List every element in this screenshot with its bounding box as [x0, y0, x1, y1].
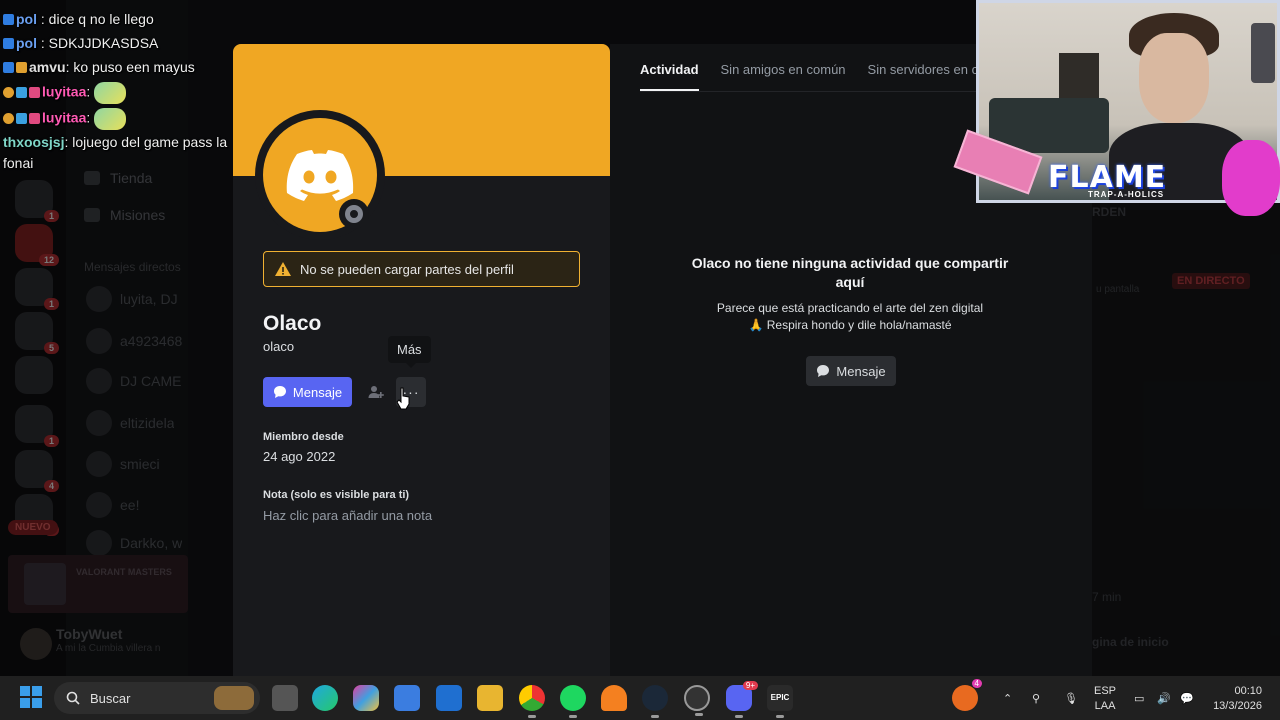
chat-message: pol : dice q no le llego	[3, 11, 154, 27]
volume-icon[interactable]: 🔊	[1157, 676, 1171, 720]
tray-network-icon[interactable]: ⚲	[1032, 676, 1040, 720]
chat-message: luyitaa:	[3, 108, 127, 130]
warning-icon	[275, 262, 291, 276]
tab-activity[interactable]: Actividad	[640, 62, 699, 91]
user-profile-modal: No se pueden cargar partes del perfil Ol…	[233, 44, 610, 684]
show-hidden-icons[interactable]: ⌃	[1003, 676, 1012, 720]
empty-activity-line-1: Parece que está practicando el arte del …	[716, 301, 984, 315]
pink-mascot-sticker	[1222, 140, 1280, 216]
status-indicator	[339, 199, 369, 229]
taskbar-search[interactable]: Buscar	[54, 682, 260, 714]
badge-icon	[16, 86, 27, 98]
flame-logo-sub: TRAP-A-HOLICS	[1088, 190, 1165, 199]
badge-icon	[3, 112, 14, 124]
note-input[interactable]: Haz clic para añadir una nota	[263, 508, 432, 523]
discord-taskbar-icon[interactable]: 9+	[726, 681, 758, 718]
obs-icon[interactable]	[684, 685, 710, 716]
chrome-icon[interactable]	[519, 685, 545, 718]
steam-icon[interactable]	[642, 685, 668, 718]
badge-icon	[3, 86, 14, 98]
poster	[1059, 53, 1099, 103]
note-label: Nota (solo es visible para ti)	[263, 489, 410, 501]
warning-text: No se pueden cargar partes del perfil	[300, 261, 514, 277]
search-placeholder: Buscar	[90, 690, 131, 706]
windows-taskbar: Buscar 9+ EPIC 4 ⌃ ⚲ 🎙 ESP LAA ▭ 🔊 💬 00:…	[0, 676, 1280, 720]
copilot-icon[interactable]	[353, 685, 379, 711]
tab-mutual-friends[interactable]: Sin amigos en común	[721, 62, 846, 91]
notif-count-badge: 4	[971, 679, 982, 688]
add-friend-button[interactable]	[361, 377, 391, 407]
profile-display-name: Olaco	[263, 312, 322, 335]
empty-activity-subtitle: Parece que está practicando el arte del …	[680, 300, 1020, 334]
chat-message: luyitaa:	[3, 82, 127, 104]
microphone	[1251, 23, 1275, 83]
chat-tray-icon[interactable]: 💬	[1180, 676, 1194, 720]
chat-message: thxoosjsj: lojuego del game pass la	[3, 134, 228, 150]
notification-app-icon[interactable]: 4	[952, 679, 982, 711]
outlook-icon[interactable]	[436, 685, 462, 711]
badge-icon	[16, 112, 27, 124]
badge-icon	[3, 62, 14, 73]
chat-message: pol : SDKJJDKASDSA	[3, 35, 158, 51]
tab-mutual-servers[interactable]: Sin servidores en co	[868, 62, 986, 91]
empty-activity-line-2: 🙏 Respira hondo y dile hola/namasté	[748, 318, 952, 332]
language-indicator[interactable]: ESP LAA	[1094, 684, 1116, 714]
microphone-icon[interactable]: 🎙	[1064, 676, 1078, 720]
badge-icon	[16, 62, 27, 73]
badge-icon	[3, 14, 14, 25]
activity-message-label: Mensaje	[836, 363, 886, 379]
discord-notif-badge: 9+	[742, 681, 758, 690]
chat-bubble-icon	[273, 386, 286, 398]
chevron-up-icon: ⌃	[1003, 692, 1013, 705]
empty-activity-title: Olaco no tiene ninguna actividad que com…	[691, 255, 1009, 290]
store-icon[interactable]	[394, 685, 420, 711]
offline-status-icon	[345, 205, 363, 223]
discord-logo-icon	[286, 150, 354, 201]
search-highlight-icon	[214, 686, 254, 710]
chat-message: fonai	[3, 155, 34, 171]
streamer-face	[1139, 33, 1209, 123]
profile-warning: No se pueden cargar partes del perfil	[263, 251, 580, 287]
badge-icon	[3, 38, 14, 49]
start-button[interactable]	[20, 686, 42, 708]
badge-icon	[29, 112, 40, 124]
edge-icon[interactable]	[312, 685, 338, 711]
wifi-icon[interactable]: ▭	[1134, 676, 1144, 720]
system-clock[interactable]: 00:10 13/3/2026	[1206, 684, 1262, 714]
message-button-label: Mensaje	[292, 384, 343, 400]
chat-message: amvu: ko puso een mayus	[3, 59, 195, 75]
member-since-date: 24 ago 2022	[263, 449, 336, 464]
add-friend-icon	[368, 386, 384, 398]
cursor-icon	[396, 387, 410, 410]
file-explorer-icon[interactable]	[477, 685, 503, 711]
message-button[interactable]: Mensaje	[263, 377, 352, 407]
emote-icon	[94, 108, 127, 130]
profile-tabs: Actividad Sin amigos en común Sin servid…	[640, 62, 985, 91]
search-icon	[66, 691, 80, 705]
profile-username: olaco	[263, 339, 295, 354]
chat-bubble-icon	[817, 365, 830, 377]
epic-games-icon[interactable]: EPIC	[767, 685, 793, 718]
badge-icon	[29, 86, 40, 98]
cloudflare-icon[interactable]	[601, 685, 627, 711]
activity-message-button[interactable]: Mensaje	[806, 356, 896, 386]
task-view-icon[interactable]	[272, 685, 298, 711]
emote-icon	[94, 82, 127, 104]
more-tooltip: Más	[388, 336, 431, 368]
spotify-icon[interactable]	[560, 685, 586, 718]
member-since-label: Miembro desde	[263, 431, 344, 443]
